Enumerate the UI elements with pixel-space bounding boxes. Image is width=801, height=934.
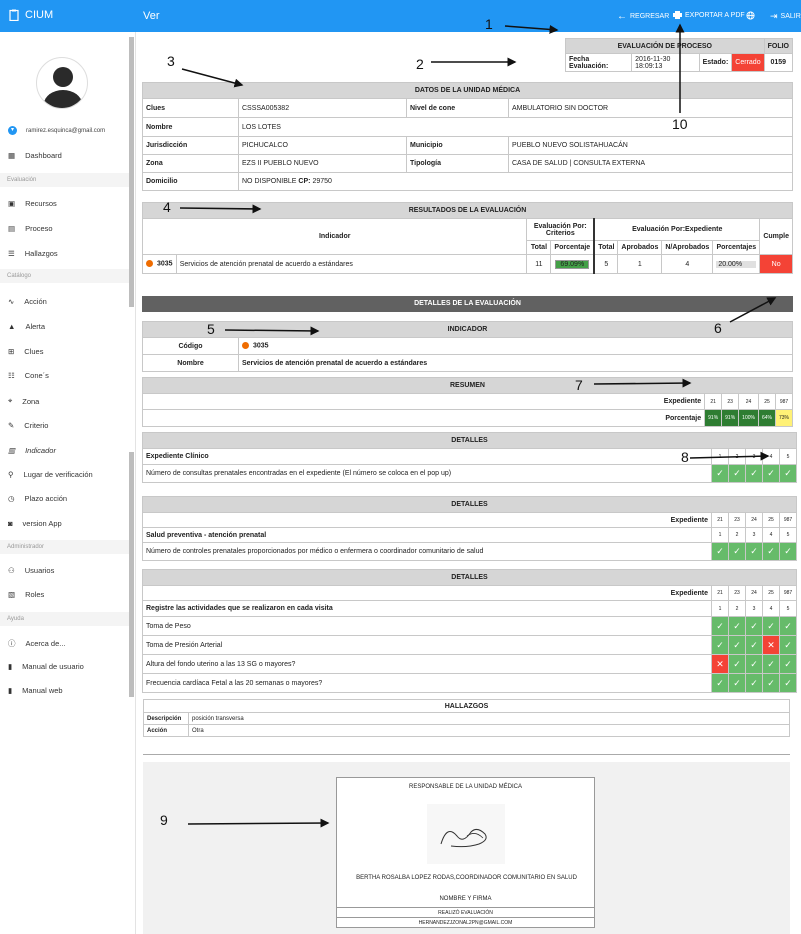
annotation-arrow-7 bbox=[593, 378, 692, 388]
annotation-3: 3 bbox=[167, 53, 175, 69]
annotation-9: 9 bbox=[160, 812, 168, 828]
annotation-arrow-5 bbox=[224, 326, 320, 336]
annotation-arrow-4 bbox=[179, 204, 262, 214]
annotation-2: 2 bbox=[416, 56, 424, 72]
annotation-1: 1 bbox=[485, 16, 493, 32]
annotation-7: 7 bbox=[575, 377, 583, 393]
annotation-arrow-3 bbox=[181, 68, 244, 88]
annotation-arrow-8 bbox=[689, 451, 770, 461]
annotation-arrow-6 bbox=[729, 297, 777, 323]
annotation-arrow-1 bbox=[504, 24, 559, 34]
annotation-5: 5 bbox=[207, 321, 215, 337]
annotation-4: 4 bbox=[163, 199, 171, 215]
annotation-10: 10 bbox=[672, 116, 688, 132]
annotation-8: 8 bbox=[681, 449, 689, 465]
annotation-arrows bbox=[179, 23, 777, 828]
annotation-6: 6 bbox=[714, 320, 722, 336]
annotation-arrow-9 bbox=[187, 818, 330, 828]
